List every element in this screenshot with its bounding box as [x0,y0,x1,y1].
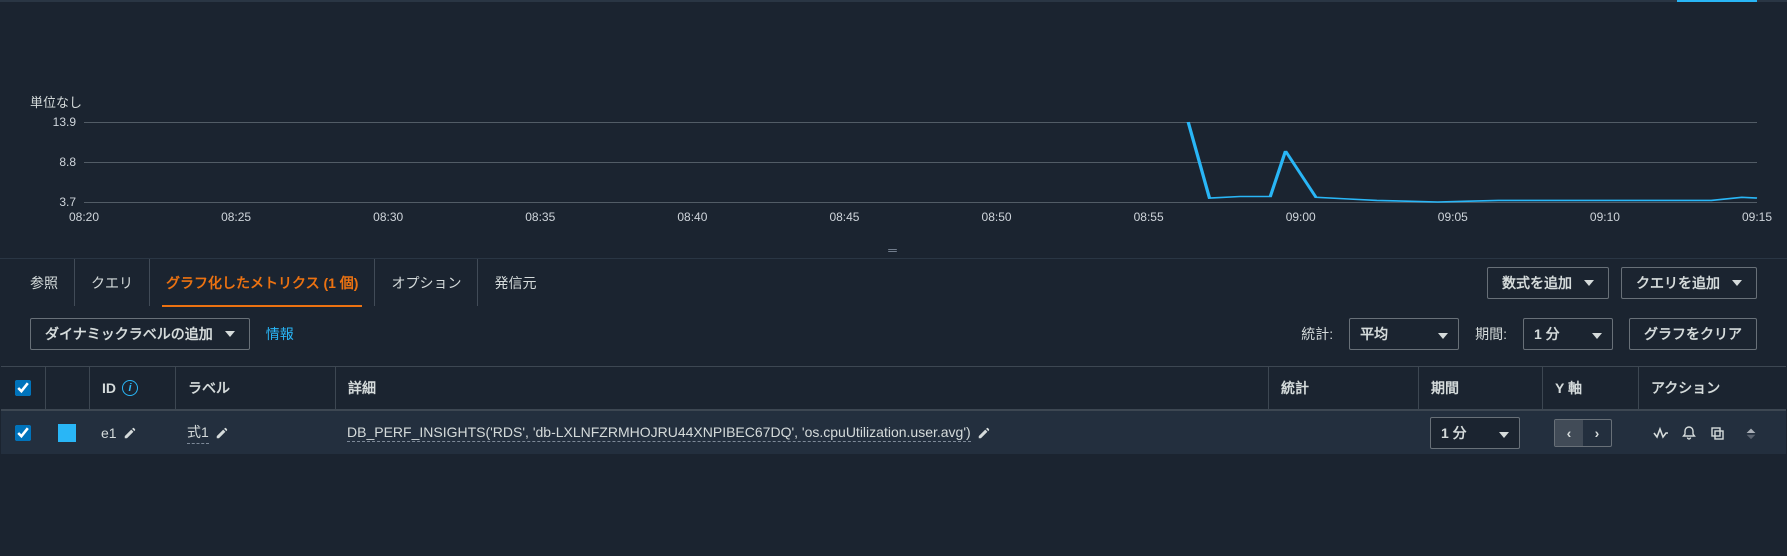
yaxis-right[interactable]: › [1583,420,1611,446]
tab-browse[interactable]: 参照 [30,259,75,306]
table-header: ID i ラベル 詳細 統計 期間 Y 軸 アクション [1,366,1786,410]
action-alarm-icon[interactable] [1650,422,1672,444]
tab-options[interactable]: オプション [375,259,478,306]
add-query-button[interactable]: クエリを追加 [1621,267,1757,299]
chart-svg [84,122,1757,202]
x-tick: 09:15 [1742,210,1772,224]
tabs: 参照 クエリ グラフ化したメトリクス (1 個) オプション 発信元 [30,259,552,306]
x-tick: 08:30 [373,210,403,224]
row-label[interactable]: 式1 [187,422,209,444]
pencil-icon[interactable] [123,426,137,440]
x-tick: 09:05 [1438,210,1468,224]
tab-source[interactable]: 発信元 [478,259,552,306]
th-period: 期間 [1418,367,1542,409]
tabs-row: 参照 クエリ グラフ化したメトリクス (1 個) オプション 発信元 数式を追加… [0,258,1787,306]
row-id: e1 [101,425,117,441]
select-all-checkbox[interactable] [15,380,31,396]
resize-handle[interactable]: ═ [0,242,1787,258]
row-detail[interactable]: DB_PERF_INSIGHTS('RDS', 'db-LXLNFZRMHOJR… [347,424,971,442]
chart-series-line [1188,122,1757,202]
th-detail: 詳細 [335,367,1268,409]
row-period-select[interactable]: 1 分 [1430,417,1520,449]
yaxis-left[interactable]: ‹ [1555,420,1583,446]
yaxis-toggle[interactable]: ‹ › [1554,419,1612,447]
y-tick: 8.8 [36,155,76,169]
stat-select[interactable]: 平均 [1349,318,1459,350]
th-id: ID [102,380,116,396]
add-math-button[interactable]: 数式を追加 [1487,267,1609,299]
x-tick: 08:40 [677,210,707,224]
x-tick: 08:55 [1134,210,1164,224]
x-tick: 08:20 [69,210,99,224]
controls-row: ダイナミックラベルの追加 情報 統計: 平均 期間: 1 分 グラフをクリア [0,306,1787,366]
clear-graph-button[interactable]: グラフをクリア [1629,318,1757,350]
tab-graphed-metrics[interactable]: グラフ化したメトリクス (1 個) [150,259,375,306]
chart-unit-label: 単位なし [30,92,82,111]
info-icon[interactable]: i [122,380,138,396]
th-stat: 統計 [1268,367,1418,409]
th-label: ラベル [175,367,335,409]
x-tick: 08:25 [221,210,251,224]
chart-panel: 単位なし 13.9 8.8 3.7 08:2008:2508:3008:3508… [0,2,1787,242]
collapse-icon[interactable] [1740,422,1762,444]
metrics-table: ID i ラベル 詳細 統計 期間 Y 軸 アクション e1 式1 DB_PER… [1,366,1786,454]
th-action: アクション [1638,367,1786,409]
y-tick: 13.9 [36,115,76,129]
period-select[interactable]: 1 分 [1523,318,1613,350]
copy-icon[interactable] [1706,422,1728,444]
row-checkbox[interactable] [15,425,31,441]
x-tick: 09:10 [1590,210,1620,224]
bell-icon[interactable] [1678,422,1700,444]
th-yaxis: Y 軸 [1542,367,1638,409]
info-link[interactable]: 情報 [266,324,294,344]
series-color-swatch[interactable] [58,424,76,442]
y-tick: 3.7 [36,195,76,209]
period-label: 期間: [1475,324,1507,344]
x-tick: 08:35 [525,210,555,224]
chart-plot-area[interactable]: 13.9 8.8 3.7 08:2008:2508:3008:3508:4008… [84,122,1757,202]
stat-label: 統計: [1301,324,1333,344]
table-row: e1 式1 DB_PERF_INSIGHTS('RDS', 'db-LXLNFZ… [1,410,1786,454]
pencil-icon[interactable] [977,426,991,440]
tab-query[interactable]: クエリ [75,259,150,306]
x-tick: 08:45 [829,210,859,224]
pencil-icon[interactable] [215,426,229,440]
x-tick: 09:00 [1286,210,1316,224]
add-dynamic-label-button[interactable]: ダイナミックラベルの追加 [30,318,250,350]
x-tick: 08:50 [982,210,1012,224]
